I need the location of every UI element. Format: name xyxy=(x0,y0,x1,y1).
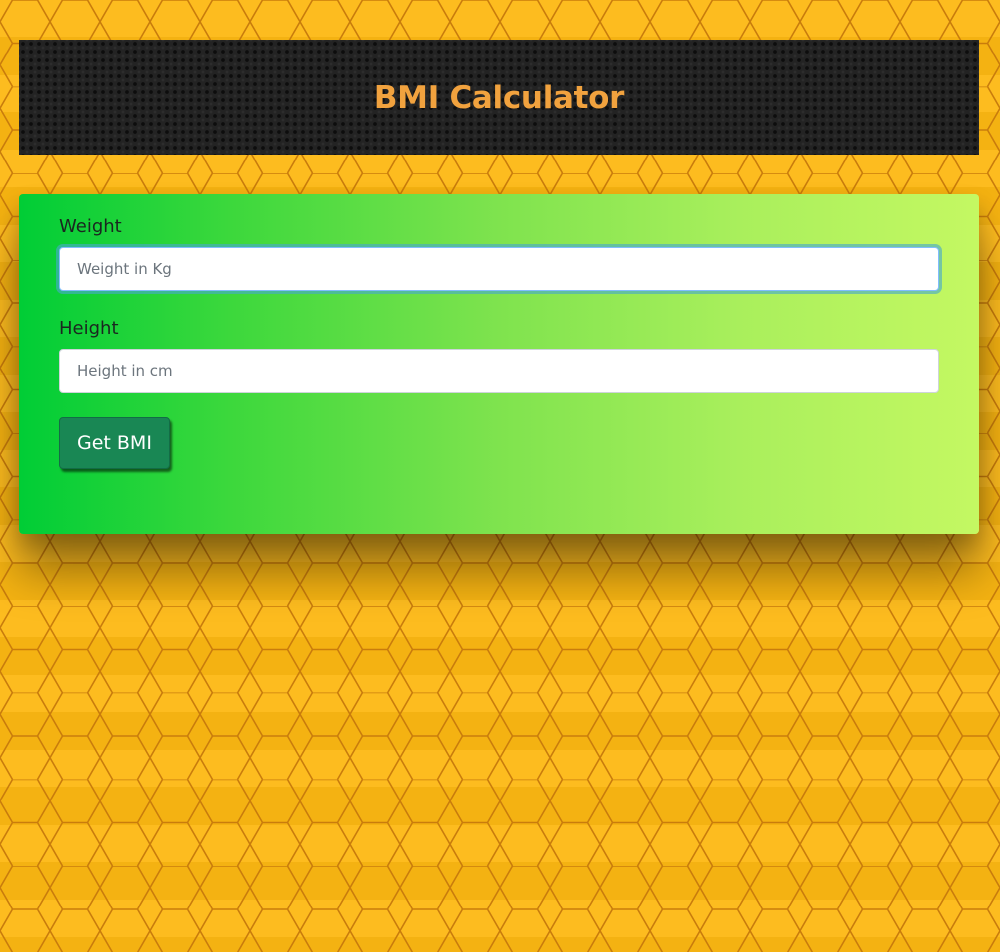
height-field-group: Height xyxy=(59,318,939,393)
height-label: Height xyxy=(59,318,119,339)
height-input[interactable] xyxy=(59,349,939,393)
page-title: BMI Calculator xyxy=(373,79,625,116)
weight-input[interactable] xyxy=(59,247,939,291)
bmi-form: Weight Height Get BMI xyxy=(19,194,979,534)
page-header: BMI Calculator xyxy=(19,40,979,155)
weight-field-group: Weight xyxy=(59,216,939,291)
weight-label: Weight xyxy=(59,216,122,237)
get-bmi-button[interactable]: Get BMI xyxy=(59,417,170,469)
